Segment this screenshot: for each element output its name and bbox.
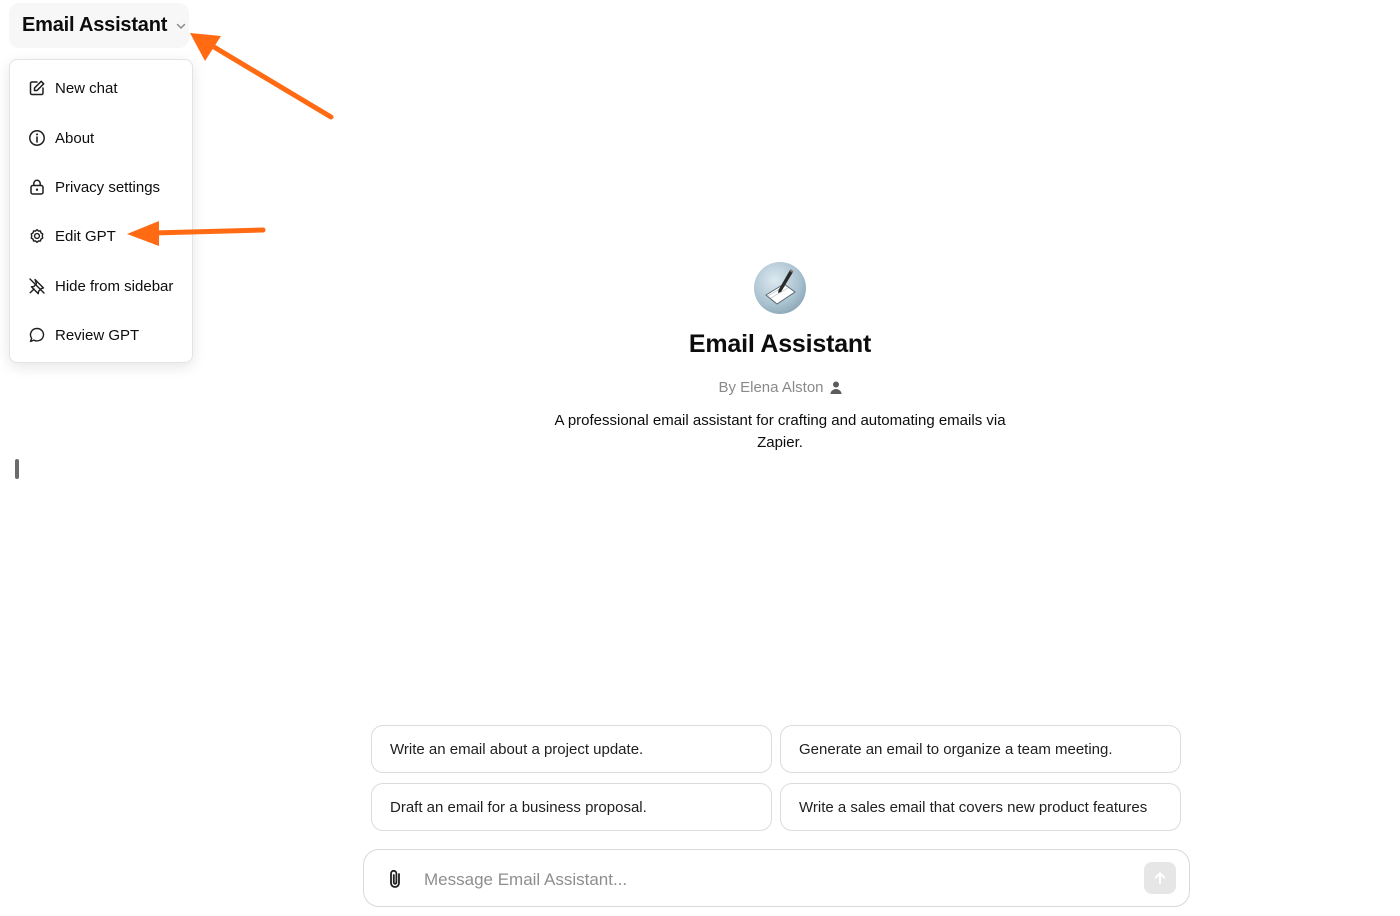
- suggestion-card[interactable]: Generate an email to organize a team mee…: [780, 725, 1181, 773]
- menu-item-label: New chat: [55, 79, 118, 97]
- menu-item-new-chat[interactable]: New chat: [10, 68, 192, 108]
- gpt-avatar: [754, 262, 806, 314]
- gpt-byline: By Elena Alston: [540, 379, 1020, 396]
- person-icon[interactable]: [830, 381, 842, 394]
- gpt-dropdown-menu: New chat About Privacy settings Edit GPT…: [9, 59, 193, 363]
- suggestion-text: Draft an email for a business proposal.: [390, 798, 647, 816]
- gpt-title: Email Assistant: [688, 330, 872, 358]
- arrow-up-icon: [1154, 872, 1166, 884]
- gpt-switcher-title: Email Assistant: [22, 14, 168, 36]
- gpt-description: A professional email assistant for craft…: [554, 412, 1006, 451]
- speech-bubble-icon: [28, 326, 46, 344]
- menu-item-label: Privacy settings: [55, 178, 161, 196]
- pencil-square-icon: [28, 79, 46, 97]
- gpt-switcher-button[interactable]: Email Assistant: [9, 3, 189, 48]
- annotation-arrow-switcher: [190, 33, 334, 120]
- info-icon: [28, 129, 46, 147]
- sidebar-resize-handle[interactable]: [15, 459, 19, 479]
- send-button[interactable]: [1144, 862, 1176, 894]
- byline-text: By Elena Alston: [718, 379, 824, 396]
- message-composer: [363, 849, 1190, 907]
- menu-item-label: Edit GPT: [55, 227, 116, 245]
- message-input[interactable]: [422, 860, 1126, 900]
- suggestion-card[interactable]: Write a sales email that covers new prod…: [780, 783, 1181, 831]
- menu-item-privacy-settings[interactable]: Privacy settings: [10, 167, 192, 207]
- menu-item-label: Hide from sidebar: [55, 277, 174, 295]
- menu-item-hide-from-sidebar[interactable]: Hide from sidebar: [10, 266, 192, 306]
- menu-item-label: Review GPT: [55, 326, 140, 344]
- suggestion-text: Write a sales email that covers new prod…: [799, 798, 1148, 816]
- suggestion-text: Generate an email to organize a team mee…: [799, 740, 1113, 758]
- suggestion-text: Write an email about a project update.: [390, 740, 644, 758]
- gpt-hero: Email Assistant By Elena Alston A profes…: [540, 262, 1020, 454]
- gear-icon: [28, 227, 46, 245]
- menu-item-about[interactable]: About: [10, 118, 192, 158]
- annotation-arrow-edit-gpt: [127, 221, 266, 246]
- unpin-icon: [28, 277, 46, 295]
- paperclip-icon[interactable]: [386, 868, 406, 890]
- menu-item-label: About: [55, 129, 95, 147]
- lock-icon: [28, 178, 46, 196]
- suggestion-card[interactable]: Write an email about a project update.: [371, 725, 772, 773]
- suggestion-card[interactable]: Draft an email for a business proposal.: [371, 783, 772, 831]
- menu-item-review-gpt[interactable]: Review GPT: [10, 315, 192, 355]
